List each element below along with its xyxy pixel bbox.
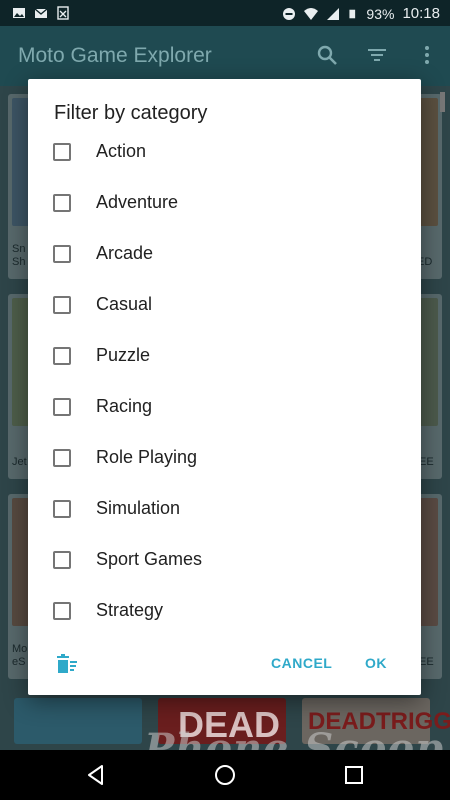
navigation-bar: [0, 750, 450, 800]
search-icon[interactable]: [316, 44, 338, 66]
home-icon[interactable]: [213, 763, 237, 787]
dnd-icon: [283, 7, 296, 20]
category-option-racing[interactable]: Racing: [28, 387, 421, 427]
category-label: Arcade: [96, 243, 154, 263]
filter-icon[interactable]: [366, 44, 388, 66]
checkbox[interactable]: [53, 296, 71, 314]
category-label: Puzzle: [96, 345, 151, 365]
overflow-menu-icon[interactable]: [416, 44, 438, 66]
category-option-role-playing[interactable]: Role Playing: [28, 438, 421, 478]
signal-icon: [327, 7, 340, 20]
category-label: Strategy: [96, 600, 164, 620]
category-label: Sport Games: [96, 549, 203, 569]
clear-filter-icon[interactable]: [55, 652, 79, 676]
battery-percent: 93%: [366, 5, 395, 22]
category-option-puzzle[interactable]: Puzzle: [28, 336, 421, 376]
category-option-adventure[interactable]: Adventure: [28, 183, 421, 223]
game-card-caption: Jet: [12, 456, 27, 468]
image-icon: [13, 8, 25, 18]
category-label: Action: [96, 141, 147, 161]
category-option-casual[interactable]: Casual: [28, 285, 421, 325]
battery-icon: [349, 9, 356, 18]
game-card-caption: Sn Sh: [12, 243, 26, 268]
category-option-strategy[interactable]: Strategy: [28, 591, 421, 631]
app-title: Moto Game Explorer: [18, 44, 212, 67]
checkbox[interactable]: [53, 602, 71, 620]
status-bar: 93% 10:18: [0, 0, 450, 26]
filter-dialog: Filter by category Action Adventure Arca…: [28, 79, 421, 695]
clock: 10:18: [402, 5, 440, 22]
checkbox[interactable]: [53, 398, 71, 416]
scrollbar[interactable]: [440, 92, 445, 112]
category-label: Simulation: [96, 498, 181, 518]
app-bar: Moto Game Explorer: [0, 26, 450, 86]
category-label: Role Playing: [96, 447, 198, 467]
back-icon[interactable]: [84, 763, 108, 787]
checkbox[interactable]: [53, 500, 71, 518]
dialog-title: Filter by category: [54, 102, 208, 124]
wifi-icon: [304, 7, 319, 20]
game-tile[interactable]: [14, 698, 142, 744]
checkbox[interactable]: [53, 551, 71, 569]
game-card-caption: EE: [419, 456, 434, 468]
checkbox[interactable]: [53, 143, 71, 161]
cancel-button[interactable]: CANCEL: [271, 655, 332, 671]
checkbox[interactable]: [53, 194, 71, 212]
category-option-sport-games[interactable]: Sport Games: [28, 540, 421, 580]
checkbox[interactable]: [53, 347, 71, 365]
category-label: Casual: [96, 294, 153, 314]
game-card-caption: EE: [419, 656, 434, 668]
sheet-icon: [57, 6, 69, 20]
game-card-caption: Mo eS: [12, 643, 28, 668]
checkbox[interactable]: [53, 245, 71, 263]
category-option-arcade[interactable]: Arcade: [28, 234, 421, 274]
recents-icon[interactable]: [342, 763, 366, 787]
mail-icon: [34, 8, 48, 18]
ok-button[interactable]: OK: [365, 655, 387, 671]
category-option-action[interactable]: Action: [28, 132, 421, 172]
category-label: Adventure: [96, 192, 179, 212]
category-label: Racing: [96, 396, 153, 416]
checkbox[interactable]: [53, 449, 71, 467]
category-option-simulation[interactable]: Simulation: [28, 489, 421, 529]
